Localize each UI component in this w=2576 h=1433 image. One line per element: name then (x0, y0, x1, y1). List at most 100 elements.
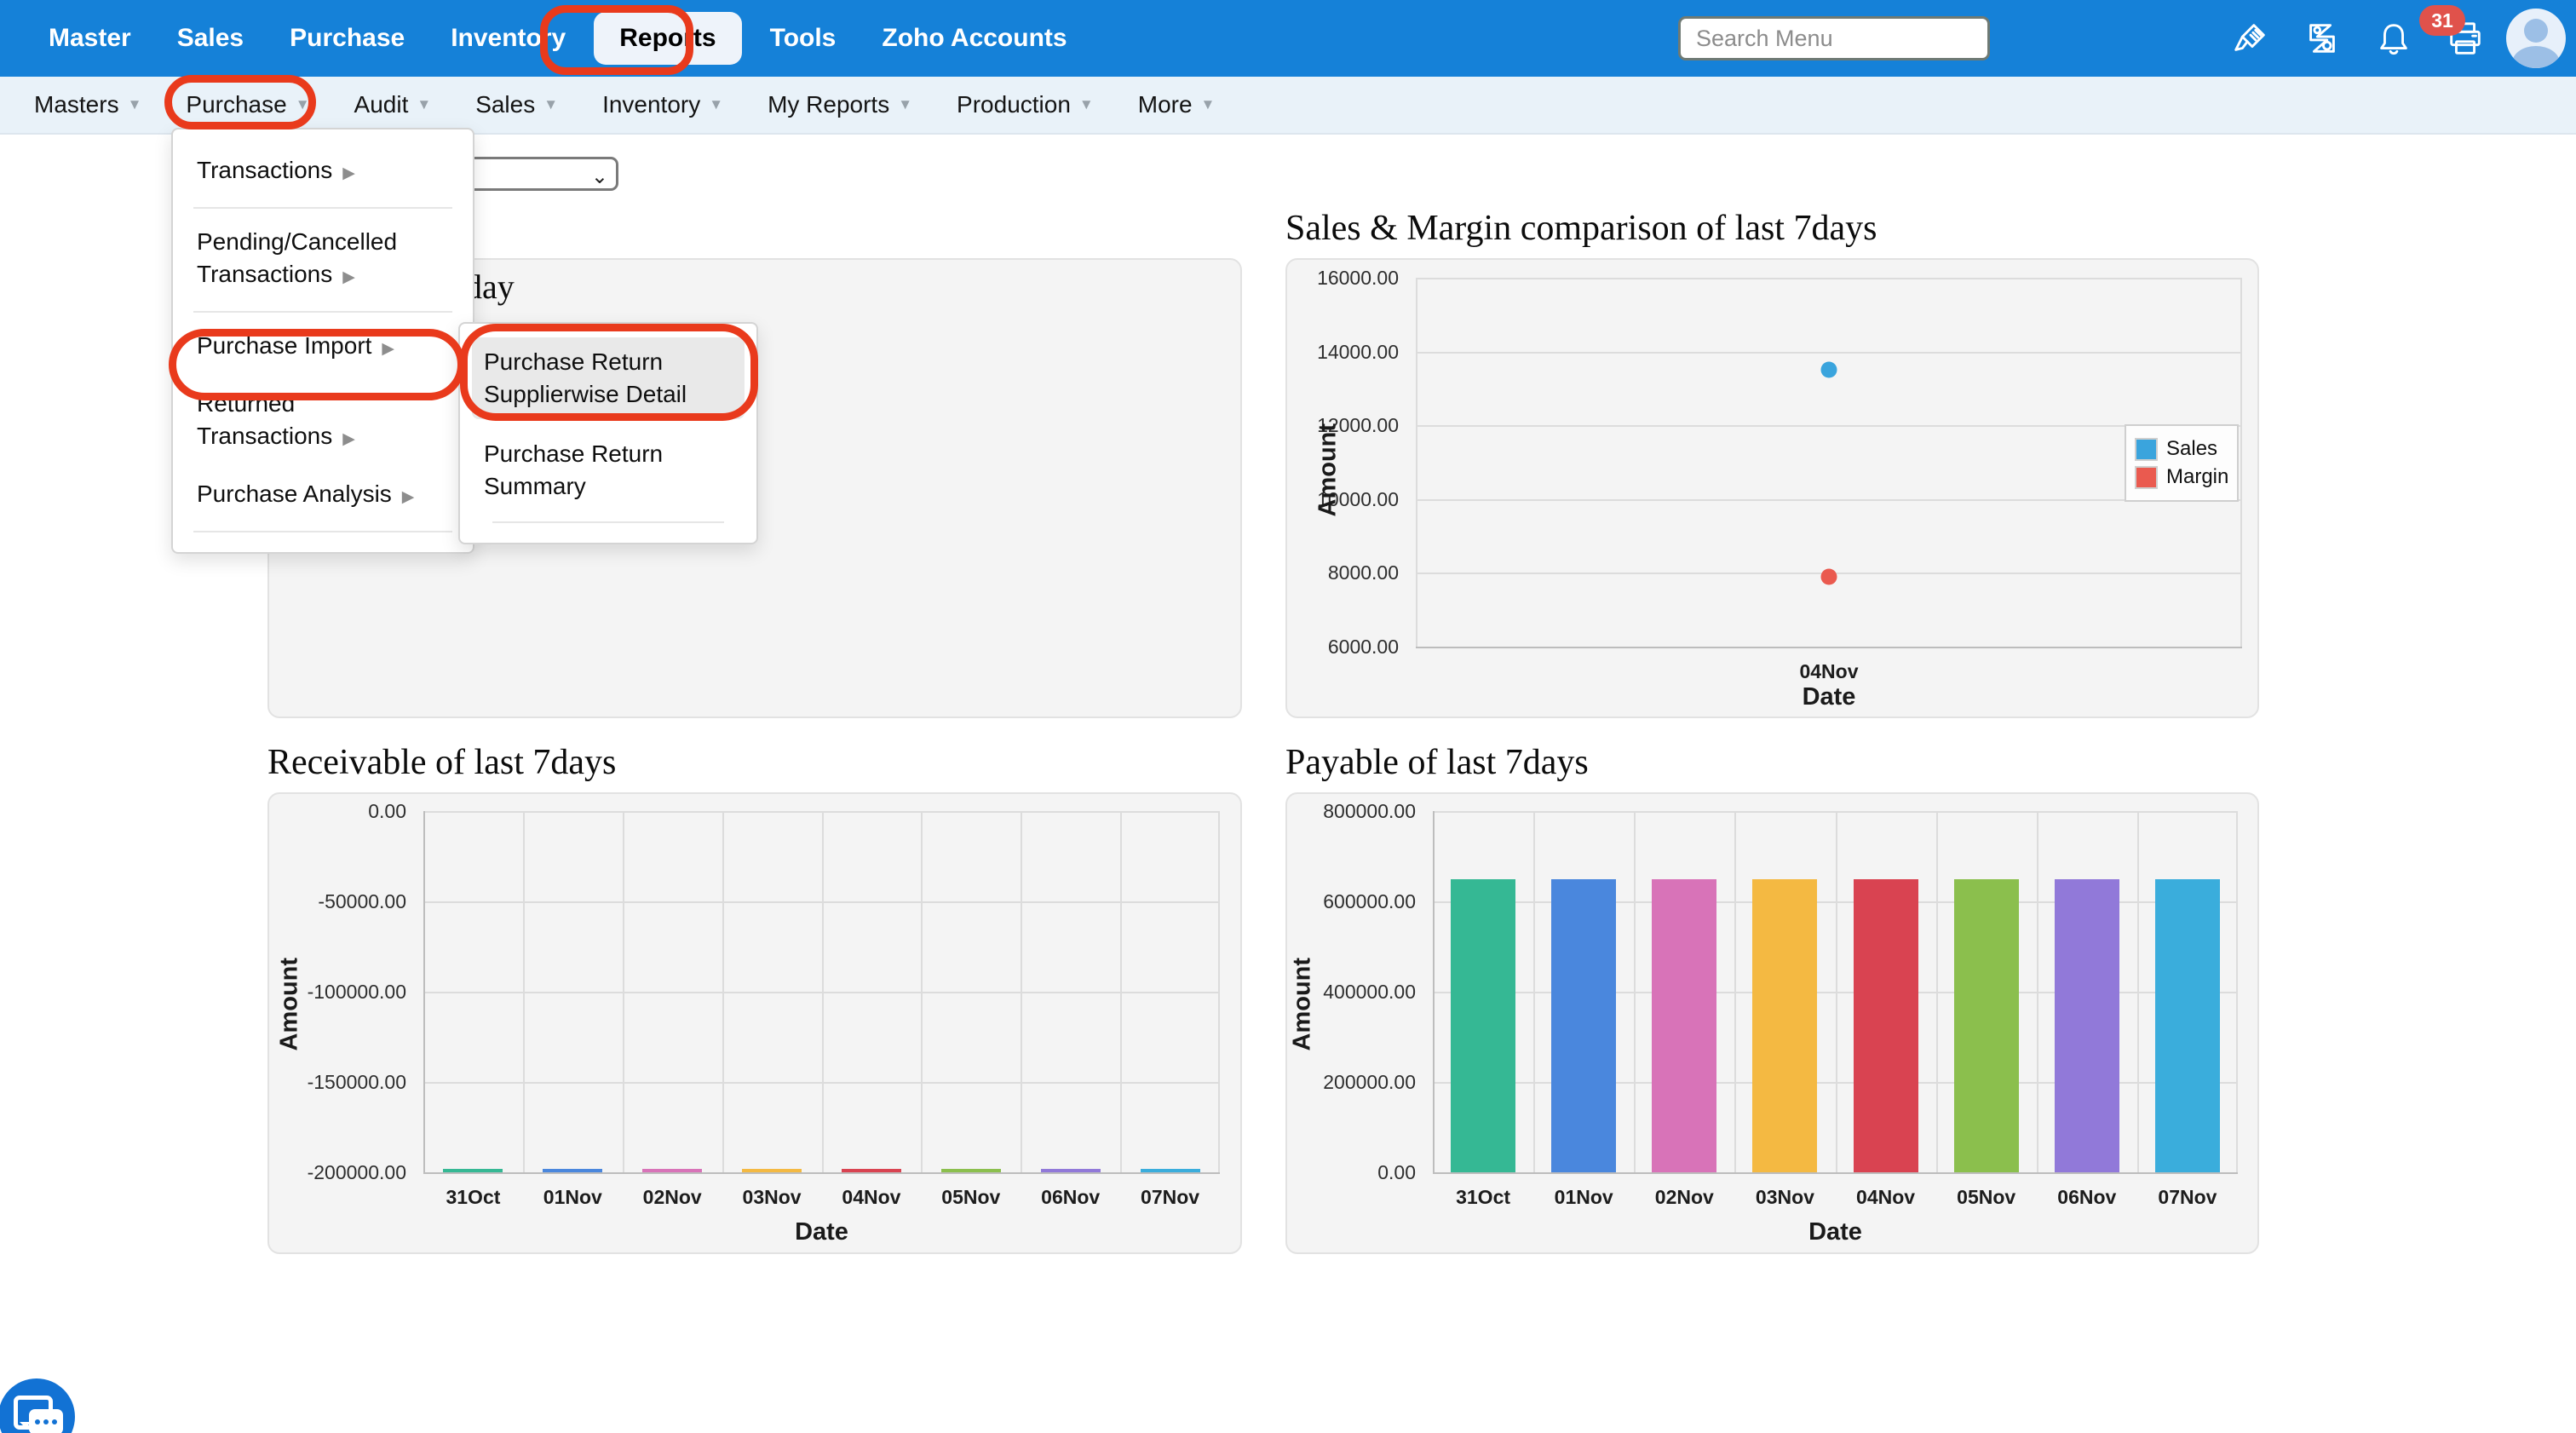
bar-06nov (1041, 1169, 1101, 1172)
app-root: MasterSalesPurchaseInventoryReportsTools… (0, 0, 2576, 1433)
paintbrush-icon[interactable] (2231, 19, 2270, 58)
y-tick-label: 800000.00 (1279, 800, 1416, 823)
chevron-down-icon: ▼ (1079, 96, 1094, 113)
sub-nav-item-more[interactable]: More▼ (1116, 91, 1238, 118)
gridline-vertical (2037, 811, 2038, 1172)
gridline (1416, 425, 2242, 427)
x-tick-label: 07Nov (2137, 1186, 2238, 1209)
menu-item-purchase-analysis[interactable]: Purchase Analysis▶ (173, 467, 473, 525)
sub-nav-item-label: Production (957, 91, 1071, 118)
avatar-body (2512, 46, 2560, 68)
notification-bell-icon[interactable] (2374, 19, 2413, 58)
y-tick-label: 16000.00 (1262, 267, 1399, 290)
menu-item-label: Transactions (197, 157, 332, 183)
gridline-vertical (822, 811, 824, 1172)
x-tick-label: 01Nov (523, 1186, 623, 1209)
y-axis-label: Amount (276, 949, 304, 1051)
x-tick-label: 02Nov (623, 1186, 722, 1209)
top-nav-item-reports[interactable]: Reports (594, 12, 741, 65)
chevron-right-icon: ▶ (342, 430, 355, 448)
bar-01nov (1551, 879, 1616, 1173)
menu-item-transactions[interactable]: Transactions ▶ (173, 143, 473, 201)
notification-count-badge: 31 (2419, 5, 2465, 36)
top-navigation-bar: MasterSalesPurchaseInventoryReportsTools… (0, 0, 2576, 77)
x-tick-label: 06Nov (2037, 1186, 2137, 1209)
menu-separator (193, 311, 452, 313)
chevron-down-icon: ▼ (709, 96, 723, 113)
chat-support-button[interactable] (0, 1378, 75, 1433)
sub-nav-item-label: Masters (34, 91, 119, 118)
plot-border (2240, 278, 2242, 647)
sub-nav-item-purchase[interactable]: Purchase ▼ (164, 91, 331, 118)
top-nav-item-purchase[interactable]: Purchase (267, 0, 428, 77)
top-nav-item-inventory[interactable]: Inventory (428, 0, 589, 77)
menu-separator (193, 531, 452, 532)
gridline (1416, 352, 2242, 354)
gridline-vertical (1021, 811, 1022, 1172)
chevron-right-icon: ▶ (382, 340, 394, 358)
legend: SalesMargin (2125, 424, 2239, 502)
sub-nav-items: Masters▼Purchase▼Audit▼Sales▼Inventory▼M… (12, 77, 1237, 133)
menu-separator (193, 207, 452, 209)
chevron-down-icon: ▼ (128, 96, 142, 113)
gridline-vertical (722, 811, 724, 1172)
menu-item-returned-transactions[interactable]: Returned Transactions▶ (173, 377, 473, 467)
menu-item-pending-cancelled-transactions[interactable]: Pending/Cancelled Transactions▶ (173, 215, 473, 305)
submenu-item-purchase-return-summary[interactable]: Purchase Return Summary (472, 429, 745, 511)
bar-01nov (543, 1169, 602, 1172)
menu-item-purchase-import[interactable]: Purchase Import▶ (173, 319, 473, 377)
y-tick-label: 200000.00 (1279, 1071, 1416, 1094)
x-tick-label: 04Nov (1416, 660, 2242, 683)
bar-05nov (941, 1169, 1001, 1172)
top-nav-item-master[interactable]: Master (26, 0, 154, 77)
y-tick-label: 8000.00 (1262, 561, 1399, 584)
bar-03nov (742, 1169, 802, 1172)
top-nav-item-tools[interactable]: Tools (747, 0, 860, 77)
top-nav-items: MasterSalesPurchaseInventoryReportsTools… (26, 0, 1090, 77)
payable-chart-title: Payable of last 7days (1285, 742, 1589, 783)
chevron-right-icon: ▶ (342, 164, 355, 182)
bar-06nov (2055, 879, 2119, 1173)
legend-label: Sales (2166, 437, 2217, 461)
sub-nav-item-label: Purchase (186, 91, 286, 118)
bar-31oct (1451, 879, 1515, 1173)
sub-nav-item-audit[interactable]: Audit▼ (332, 91, 454, 118)
filter-select[interactable] (460, 157, 618, 191)
payable-chart-panel: 800000.00600000.00400000.00200000.000.00… (1285, 792, 2259, 1254)
gridline-vertical (1734, 811, 1736, 1172)
plot-border (1416, 278, 1417, 647)
sub-nav-item-sales[interactable]: Sales▼ (453, 91, 580, 118)
chevron-right-icon: ▶ (402, 488, 415, 506)
gridline-vertical (1936, 811, 1938, 1172)
search-input[interactable] (1678, 16, 1990, 60)
x-tick-label: 05Nov (921, 1186, 1021, 1209)
submenu-item-purchase-return-supplierwise-detail[interactable]: Purchase Return Supplierwise Detail (472, 337, 745, 419)
sub-nav-item-production[interactable]: Production ▼ (934, 91, 1116, 118)
zoho-logo-icon[interactable] (2303, 19, 2342, 58)
user-avatar[interactable] (2506, 9, 2566, 68)
x-tick-label: 04Nov (822, 1186, 922, 1209)
chevron-down-icon: ▼ (296, 96, 310, 113)
gridline-vertical (1533, 811, 1535, 1172)
y-tick-label: -150000.00 (270, 1071, 406, 1094)
sub-nav-item-inventory[interactable]: Inventory ▼ (580, 91, 745, 118)
y-tick-label: 14000.00 (1262, 341, 1399, 364)
top-nav-item-zoho-accounts[interactable]: Zoho Accounts (859, 0, 1090, 77)
bar-07nov (2155, 879, 2220, 1173)
payable-plot: 800000.00600000.00400000.00200000.000.00… (1433, 811, 2238, 1172)
top-nav-item-sales[interactable]: Sales (154, 0, 267, 77)
gridline-vertical (1836, 811, 1837, 1172)
sales-margin-chart-panel: 16000.0014000.0012000.0010000.008000.006… (1285, 258, 2259, 718)
bar-05nov (1954, 879, 2019, 1173)
gridline-vertical (2137, 811, 2139, 1172)
gridline (423, 1172, 1220, 1174)
sub-nav-item-label: Inventory (602, 91, 700, 118)
chevron-right-icon: ▶ (342, 268, 355, 286)
x-tick-label: 31Oct (423, 1186, 523, 1209)
chevron-down-icon: ▼ (1201, 96, 1216, 113)
receivable-chart-panel: 0.00-50000.00-100000.00-150000.00-200000… (267, 792, 1242, 1254)
y-tick-label: 0.00 (1279, 1161, 1416, 1184)
sub-nav-item-my-reports[interactable]: My Reports▼ (745, 91, 934, 118)
bar-04nov (1854, 879, 1918, 1173)
sub-nav-item-masters[interactable]: Masters ▼ (12, 91, 164, 118)
